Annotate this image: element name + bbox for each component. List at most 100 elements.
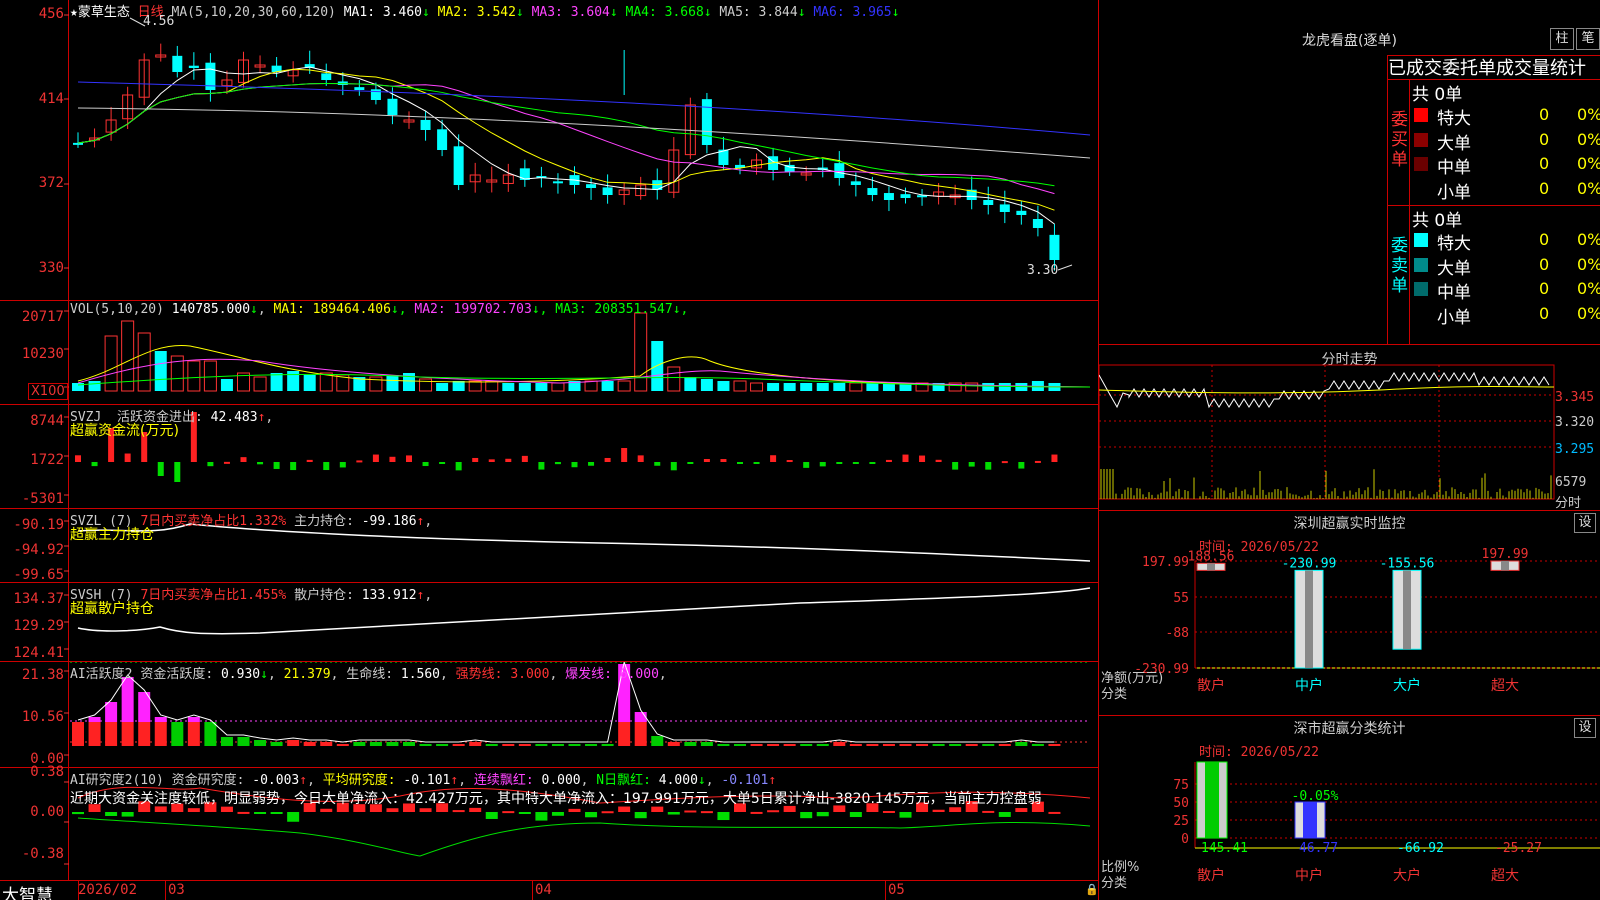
order-class-value: 0 [1539, 254, 1550, 274]
legend-swatch [1414, 181, 1428, 196]
szc-value-label: -25.27 [1495, 841, 1542, 856]
aia-bar [187, 722, 200, 746]
aia-bar [916, 744, 929, 746]
intraday-chart[interactable] [1099, 345, 1600, 511]
aia-bar [220, 737, 233, 746]
air-bar [72, 812, 84, 815]
svzj-bar [538, 462, 545, 470]
price-pane[interactable]: ★蒙草生态 日线 MA(5,10,20,30,60,120) MA1: 3.46… [0, 0, 1098, 301]
vol-bar [816, 383, 829, 391]
vol-bar [667, 366, 681, 392]
vol-bar [303, 375, 316, 391]
sz-class-cat-label: 分类 [1101, 876, 1128, 891]
order-class-value: 0 [1539, 154, 1550, 173]
vol-unit-button[interactable]: X100 [28, 383, 68, 400]
bar-mode-button[interactable]: 柱 [1550, 28, 1574, 50]
vol-bar [833, 383, 846, 391]
order-class-pct: 0% [1577, 154, 1600, 173]
szm-category: 大户 [1393, 677, 1421, 694]
svzl-line [77, 523, 1091, 562]
svsh-pane[interactable]: SVSH (7) 7日内买卖净占比1.455% 散户持仓: 133.912↑, … [0, 583, 1098, 662]
order-class-label: 中单 [1437, 158, 1471, 178]
lock-icon[interactable]: 🔒 [1085, 883, 1099, 896]
aia-bar [436, 744, 449, 746]
sz-monitor-panel[interactable]: 深圳超赢实时监控 设 时间: 2026/05/22 197.99 55 -88 -23… [1099, 511, 1600, 716]
aia-bar [121, 677, 134, 722]
vol-bar [700, 379, 713, 391]
vol-bar [866, 383, 879, 391]
ma-item: MA4: 3.668 [617, 5, 704, 20]
svzj-bar [687, 462, 694, 464]
air-bar [800, 812, 813, 819]
svzj-bar [75, 455, 81, 462]
sz-monitor-cat-label: 分类 [1101, 687, 1128, 702]
aia-bar [270, 742, 283, 746]
szm-category: 散户 [1197, 677, 1225, 694]
aia-bar [932, 744, 945, 746]
svzj-bar [389, 456, 396, 462]
intraday-ylabel: 3.320 [1555, 415, 1595, 430]
svzj-bar [604, 457, 611, 462]
ai-research-pane[interactable]: AI研究度2(10) 资金研究度: -0.003↑, 平均研究度: -0.101… [0, 764, 1098, 881]
aia-bar [899, 744, 912, 746]
aia-bar [585, 744, 598, 746]
air-bar [452, 810, 465, 813]
aia-bar [105, 702, 118, 722]
red-value: 0.000 [541, 773, 581, 788]
ai-active-label: 资金活跃度: [140, 667, 214, 682]
order-class-label: 小单 [1437, 307, 1471, 328]
svzl-ytick: -90.19 [13, 517, 64, 533]
svzj-bar [505, 458, 512, 462]
ma-item: MA6: 3.965 [805, 5, 892, 20]
order-class-value: 0 [1539, 178, 1550, 198]
szm-ytick: 55 [1173, 591, 1189, 606]
candle [834, 163, 845, 178]
air-bar [568, 808, 581, 812]
svzj-value: 42.483 [210, 410, 258, 425]
dragon-panel: 龙虎看盘(逐单) 柱 笔 已成交委托单成交量统计 委买单 委卖单 共 0单 共 … [1099, 0, 1600, 345]
brand-logo[interactable]: 大智慧 [2, 881, 53, 900]
order-class-pct: 0% [1577, 129, 1600, 149]
candle [73, 142, 83, 145]
star-icon[interactable]: ★ [70, 5, 78, 20]
svzj-bar [1001, 461, 1008, 464]
vol-bar [684, 377, 697, 391]
order-class-pct: 0% [1577, 279, 1600, 298]
stock-name[interactable]: 蒙草生态 [78, 5, 130, 20]
legend-swatch [1414, 108, 1428, 122]
legend-swatch [1414, 157, 1428, 171]
svzl-pane[interactable]: SVZL (7) 7日内买卖净占比1.332% 主力持仓: -99.186↑, … [0, 509, 1098, 583]
price-ytick: 330 [38, 260, 64, 276]
aia-ytick: 21.38 [21, 667, 64, 683]
price-header: ★蒙草生态 日线 MA(5,10,20,30,60,120) MA1: 3.46… [70, 5, 900, 20]
candle [354, 87, 365, 90]
air-bar [485, 812, 498, 819]
air-bar [684, 810, 697, 813]
aia-bar [187, 717, 200, 722]
candle [172, 55, 183, 72]
sz-monitor-chart[interactable]: 197.9955-88-230.99188.56散户-230.99中户-155.… [1099, 511, 1600, 716]
sell-total: 共 0单 [1412, 211, 1463, 231]
svzj-bar [654, 462, 661, 466]
vol-bar [203, 360, 217, 392]
ai-active-pane[interactable]: AI活跃度2 资金活跃度: 0.930↓, 21.379, 生命线: 1.560… [0, 662, 1098, 768]
vol-bar [154, 351, 167, 391]
order-class-label: 特大 [1437, 234, 1471, 254]
svzl-ytick: -94.92 [13, 542, 64, 558]
szm-ytick: -88 [1166, 626, 1189, 641]
sz-class-panel[interactable]: 深市超赢分类统计 设 时间: 2026/05/22 75 50 25 0 -0.05% 1… [1099, 716, 1600, 900]
sz-class-chart[interactable]: 75 50 25 0 -0.05% 145.41 散户 46.77 中户 -66.92 大户 -25.… [1099, 716, 1600, 900]
aia-bar [1048, 744, 1061, 746]
candlestick-chart[interactable] [0, 0, 1098, 301]
aia-bar [634, 722, 647, 746]
tick-mode-button[interactable]: 笔 [1576, 28, 1600, 50]
order-class-value: 0 [1539, 129, 1550, 149]
air-bar [634, 812, 647, 819]
vol-bar [998, 383, 1011, 391]
volume-pane[interactable]: VOL(5,10,20) 140785.000↓, MA1: 189464.40… [0, 301, 1098, 405]
svzj-bar [273, 462, 280, 469]
aia-bar [1031, 744, 1044, 746]
air-bar [982, 810, 995, 813]
svzj-pane[interactable]: SVZJ 活跃资金进出: 42.483↑, 超赢资金流(万元) 8744 172… [0, 405, 1098, 509]
intraday-panel[interactable]: 分时走势 3.345 3.320 3.295 6579 分时 [1099, 345, 1600, 511]
